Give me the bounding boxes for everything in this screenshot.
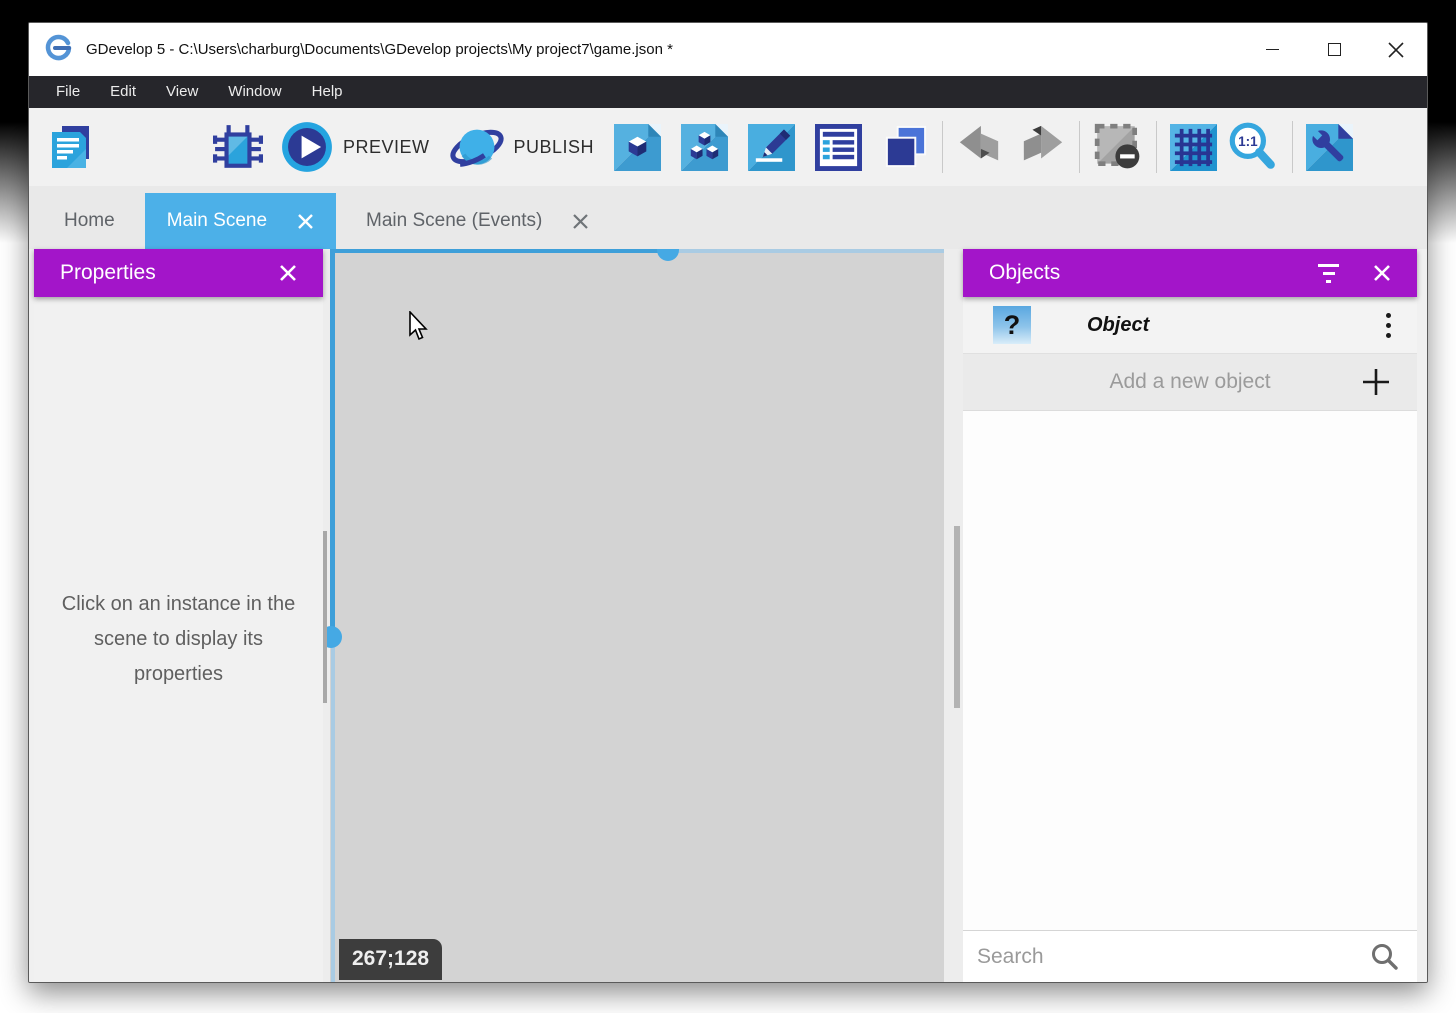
project-manager-icon[interactable] <box>47 123 95 171</box>
objects-panel-title: Objects <box>989 261 1060 285</box>
title-bar: GDevelop 5 - C:\Users\charburg\Documents… <box>29 23 1427 76</box>
object-groups-icon[interactable] <box>681 124 728 171</box>
menu-view[interactable]: View <box>151 76 213 108</box>
close-panel-icon[interactable] <box>1373 264 1391 282</box>
redo-icon[interactable] <box>1020 124 1066 170</box>
objects-panel-empty-space <box>963 411 1417 930</box>
scene-canvas-background[interactable] <box>330 249 944 982</box>
tab-home[interactable]: Home <box>34 193 145 249</box>
app-window: GDevelop 5 - C:\Users\charburg\Documents… <box>28 22 1428 983</box>
scene-scrollbar-left[interactable] <box>323 531 327 703</box>
menu-edit[interactable]: Edit <box>95 76 151 108</box>
object-list-item[interactable]: ? Object <box>963 297 1417 354</box>
layers-icon[interactable] <box>882 124 929 171</box>
object-thumbnail-icon: ? <box>993 306 1031 344</box>
tab-bar: Home Main Scene Main Scene (Events) <box>29 186 1427 249</box>
properties-panel-body: Click on an instance in the scene to dis… <box>34 297 323 982</box>
minimize-icon <box>1266 49 1279 50</box>
tab-home-label: Home <box>64 210 115 232</box>
properties-panel-title: Properties <box>60 261 156 285</box>
tools-icon[interactable] <box>1306 124 1353 171</box>
close-button[interactable] <box>1365 23 1427 76</box>
preview-button[interactable]: PREVIEW <box>343 137 430 158</box>
properties-empty-message: Click on an instance in the scene to dis… <box>50 587 308 692</box>
scene-properties-icon[interactable] <box>748 124 795 171</box>
gdevelop-logo-icon <box>45 34 72 66</box>
preview-icon[interactable] <box>281 121 333 173</box>
menu-help[interactable]: Help <box>297 76 358 108</box>
toolbar: PREVIEW PUBLISH <box>29 108 1427 186</box>
maximize-icon <box>1328 43 1341 56</box>
zoom-original-icon[interactable]: 1:1 <box>1225 120 1279 174</box>
objects-panel: Objects ? Object Add a new object <box>963 249 1417 982</box>
properties-panel-header: Properties <box>34 249 323 297</box>
deselect-icon[interactable] <box>1093 122 1143 172</box>
filter-icon[interactable] <box>1318 264 1339 283</box>
tab-main-scene-events[interactable]: Main Scene (Events) <box>336 193 619 249</box>
tab-main-scene-label: Main Scene <box>167 210 267 232</box>
add-object-label: Add a new object <box>1109 370 1270 394</box>
undo-icon[interactable] <box>956 124 1002 170</box>
events-sheet-icon[interactable] <box>815 124 862 171</box>
object-menu-icon[interactable] <box>1386 313 1391 338</box>
tab-main-scene[interactable]: Main Scene <box>145 193 336 249</box>
tab-close-icon[interactable] <box>572 213 589 230</box>
add-object-row[interactable]: Add a new object <box>963 354 1417 411</box>
debugger-icon[interactable] <box>213 122 263 172</box>
search-icon[interactable] <box>1369 942 1399 972</box>
scene-window-border-top <box>330 249 668 253</box>
scene-window-border-left <box>330 249 335 639</box>
scene-canvas[interactable]: 267;128 <box>323 249 963 982</box>
svg-text:1:1: 1:1 <box>1238 134 1258 149</box>
scene-window-border-left-light <box>331 639 335 982</box>
properties-panel: Properties Click on an instance in the s… <box>34 249 323 982</box>
close-icon <box>1388 42 1404 58</box>
window-title: GDevelop 5 - C:\Users\charburg\Documents… <box>86 41 1241 58</box>
mouse-cursor <box>408 311 432 343</box>
scene-window-border-top-light <box>668 249 944 253</box>
menu-file[interactable]: File <box>41 76 95 108</box>
objects-panel-header: Objects <box>963 249 1417 297</box>
menu-window[interactable]: Window <box>213 76 296 108</box>
plus-icon[interactable] <box>1361 367 1391 397</box>
scene-scrollbar-right[interactable] <box>954 526 960 708</box>
tab-close-icon[interactable] <box>297 213 314 230</box>
main-area: Properties Click on an instance in the s… <box>29 249 1427 982</box>
close-panel-icon[interactable] <box>279 264 297 282</box>
maximize-button[interactable] <box>1303 23 1365 76</box>
menu-bar: File Edit View Window Help <box>29 76 1427 108</box>
publish-icon[interactable] <box>450 120 504 174</box>
object-name: Object <box>1087 314 1386 337</box>
tab-main-scene-events-label: Main Scene (Events) <box>366 210 542 232</box>
search-input[interactable] <box>977 945 1369 969</box>
grid-icon[interactable] <box>1170 124 1217 171</box>
minimize-button[interactable] <box>1241 23 1303 76</box>
cursor-coordinates-badge: 267;128 <box>339 939 442 980</box>
objects-editor-icon[interactable] <box>614 124 661 171</box>
publish-button[interactable]: PUBLISH <box>514 137 595 158</box>
search-bar <box>963 930 1417 982</box>
